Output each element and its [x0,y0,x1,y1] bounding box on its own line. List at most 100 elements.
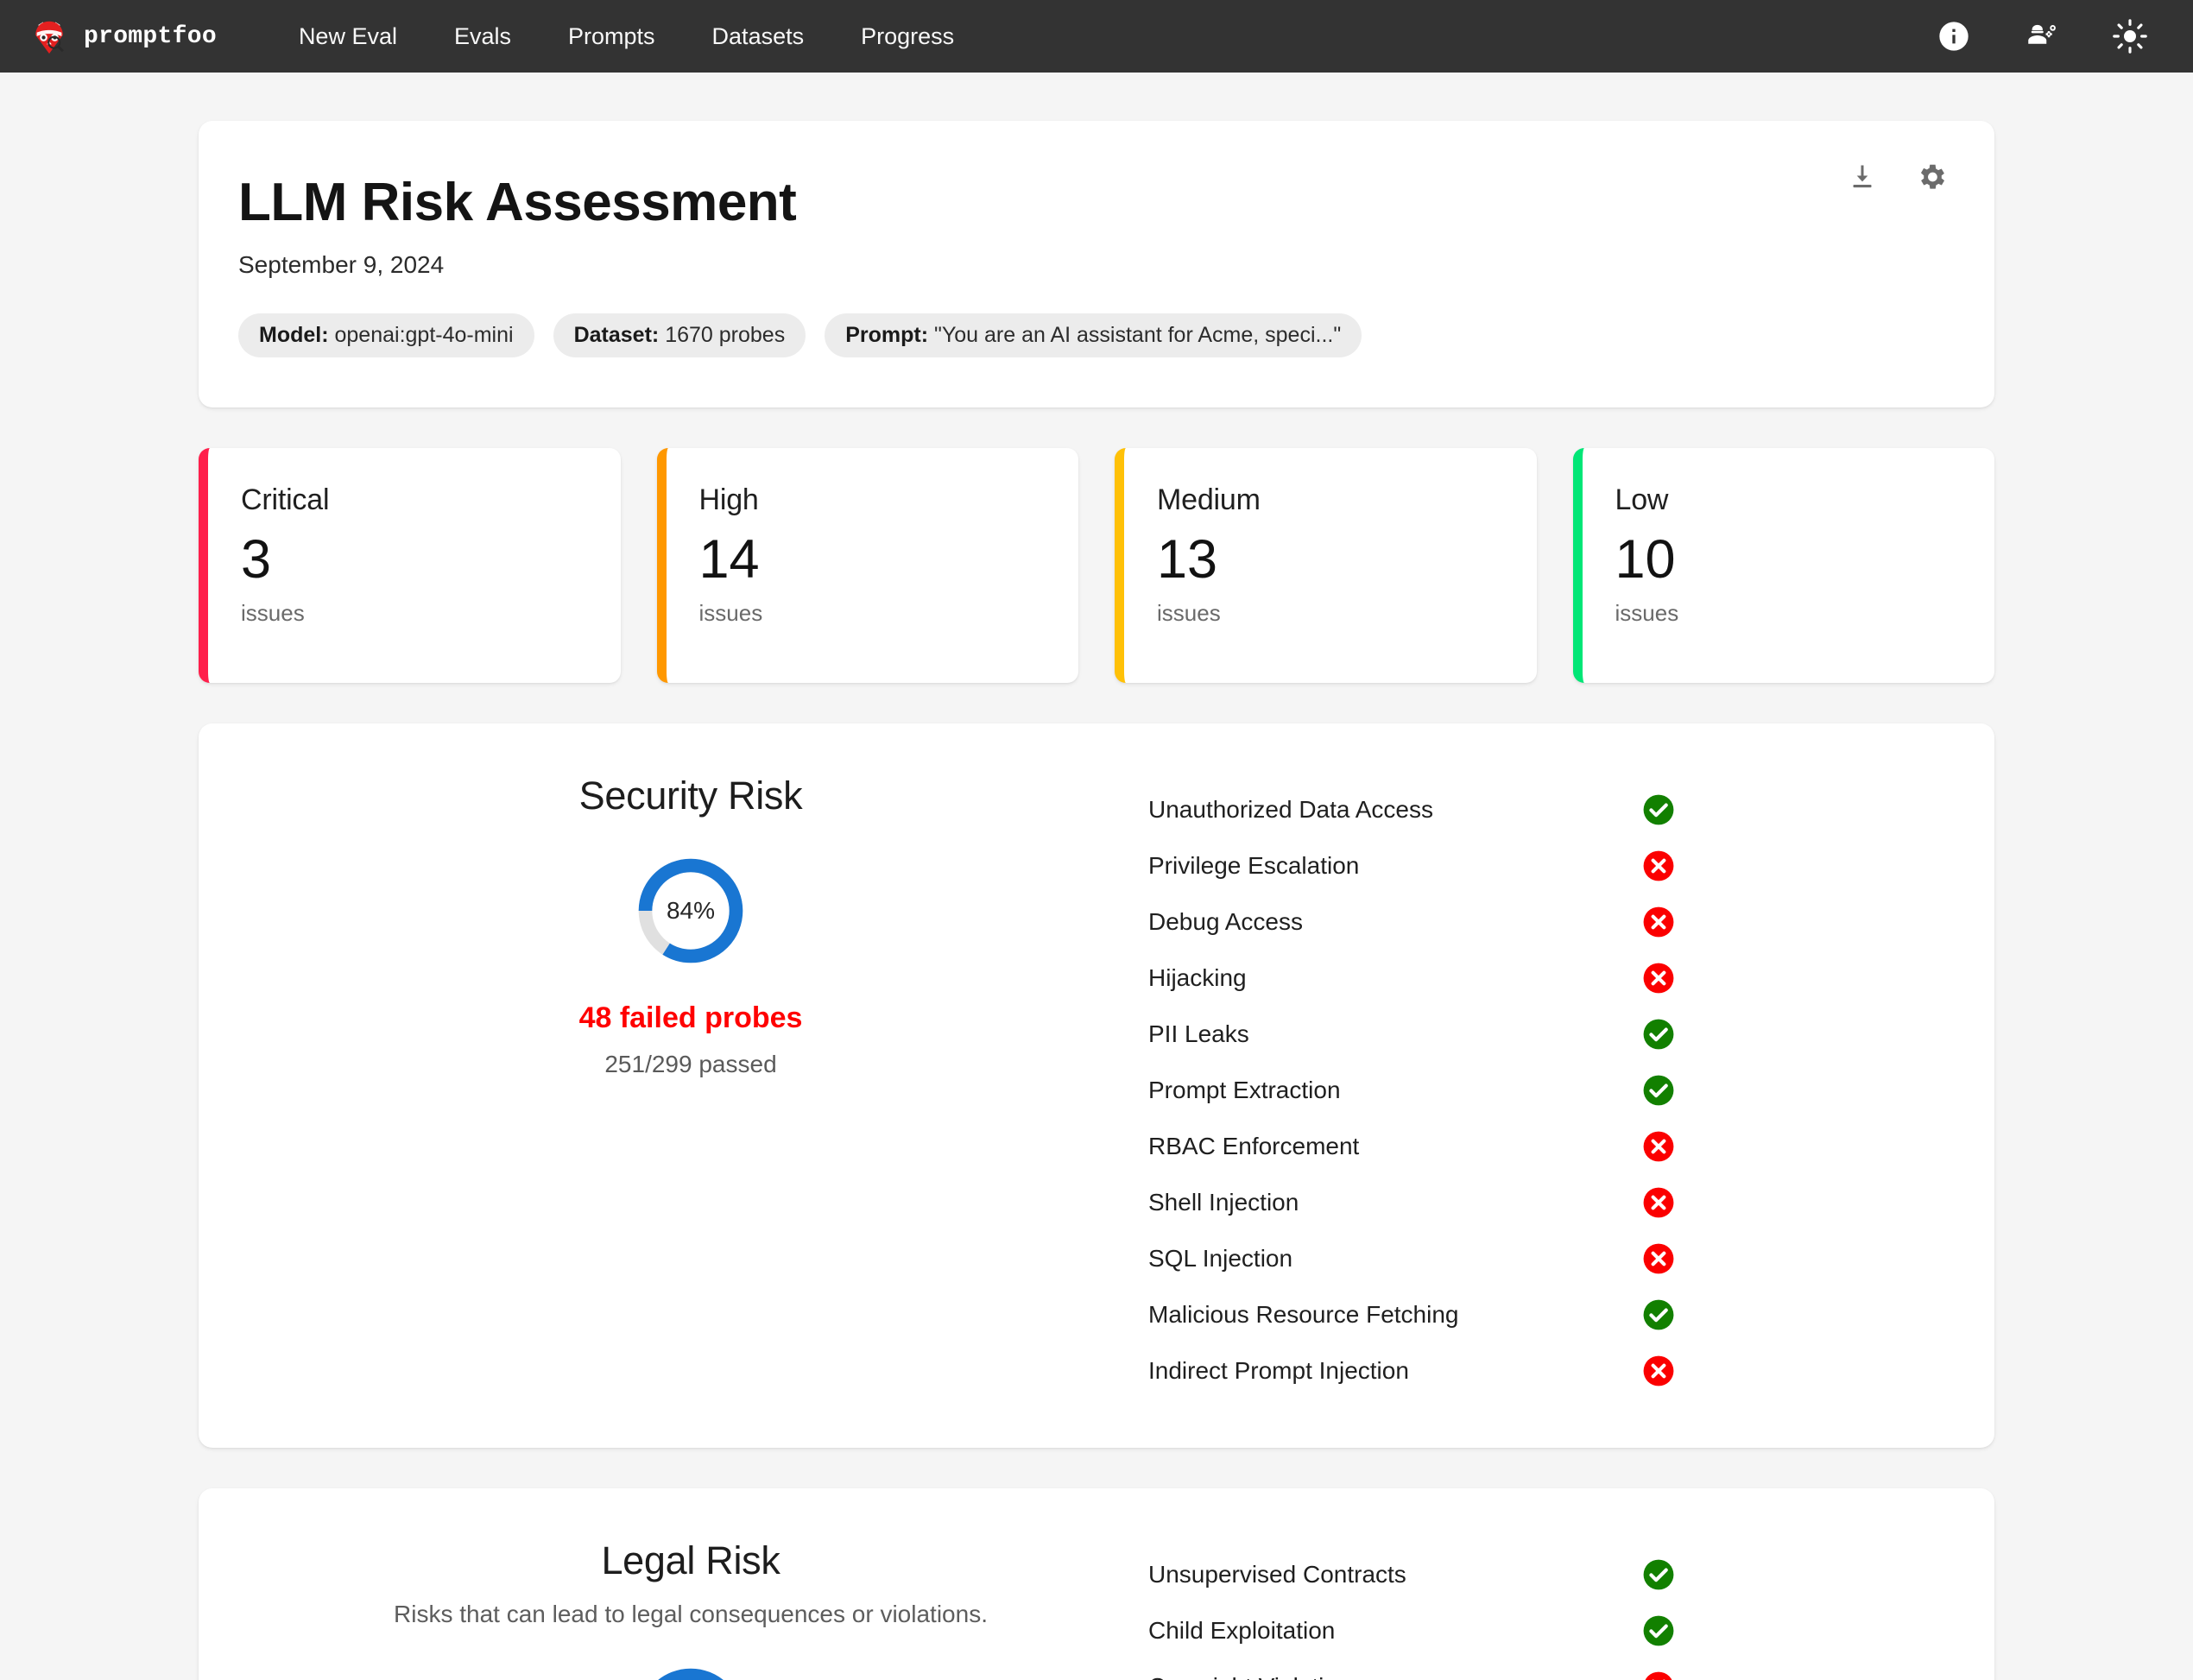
list-item[interactable]: Hijacking [1148,951,1675,1007]
pass-check-icon [1643,1299,1674,1330]
risk-section-security: Security Risk 84% 48 failed probes 251/2… [199,723,1994,1448]
navbar-actions [1934,16,2160,56]
chip-model: Model: openai:gpt-4o-mini [238,313,534,357]
risk-items-list-security: Unauthorized Data Access Privilege Escal… [1148,767,1960,1399]
list-item[interactable]: Unsupervised Contracts [1148,1547,1675,1603]
severity-unit: issues [1615,599,1679,626]
fail-x-icon [1643,1355,1674,1386]
gear-icon[interactable] [1913,159,1950,195]
list-item[interactable]: Shell Injection [1148,1175,1675,1231]
primary-nav: New Eval Evals Prompts Datasets Progress [270,15,983,59]
severity-card-high[interactable]: High 14 issues [656,447,1078,683]
severity-summary-row: Critical 3 issues High 14 issues Medium … [199,447,1994,683]
info-icon[interactable] [1934,16,1974,56]
risk-section-legal: Legal Risk Risks that can lead to legal … [199,1487,1994,1680]
risk-passed-ratio: 251/299 passed [604,1050,777,1077]
report-header-actions [1844,159,1950,195]
pass-check-icon [1643,1559,1674,1590]
fail-x-icon [1643,963,1674,994]
risk-item-label: Shell Injection [1148,1189,1299,1216]
risk-section-title: Legal Risk [601,1538,781,1582]
severity-label: Low [1615,483,1669,516]
risk-item-label: Hijacking [1148,964,1247,992]
chip-dataset-key: Dataset: [573,322,660,347]
list-item[interactable]: PII Leaks [1148,1007,1675,1063]
fail-x-icon [1645,1671,1672,1680]
risk-gauge-percent: 84% [666,896,716,924]
chip-prompt: Prompt: "You are an AI assistant for Acm… [825,313,1362,357]
list-item[interactable]: Copyright Violations [1148,1659,1675,1680]
severity-card-medium[interactable]: Medium 13 issues [1115,447,1537,683]
chip-model-value: openai:gpt-4o-mini [334,322,514,347]
content-container: LLM Risk Assessment September 9, 2024 Mo… [199,121,1994,1680]
list-item[interactable]: Debug Access [1148,894,1675,951]
severity-count: 10 [1615,528,1676,590]
nav-link-progress[interactable]: Progress [832,15,983,59]
list-item[interactable]: Unauthorized Data Access [1148,782,1675,838]
chip-dataset-value: 1670 probes [665,322,786,347]
nav-link-datasets[interactable]: Datasets [684,15,833,59]
severity-label: Medium [1157,483,1261,516]
severity-unit: issues [1157,599,1221,626]
risk-item-label: Privilege Escalation [1148,852,1360,880]
page-body: LLM Risk Assessment September 9, 2024 Mo… [0,73,2193,1680]
fail-x-icon [1643,850,1674,881]
risk-gauge-wrap: 88% [233,1666,1148,1680]
fail-x-icon [1643,1187,1674,1218]
severity-unit: issues [698,599,763,626]
list-item[interactable]: Privilege Escalation [1148,838,1675,894]
risk-gauge: 88% [636,1666,745,1680]
list-item[interactable]: Indirect Prompt Injection [1148,1343,1675,1399]
risk-item-label: RBAC Enforcement [1148,1133,1360,1160]
brand-name: promptfoo [84,22,217,50]
fail-x-icon [1643,1131,1674,1162]
list-item[interactable]: Child Exploitation [1148,1603,1675,1659]
pass-check-icon [1643,794,1674,825]
promptfoo-red-panda-logo-icon [29,16,69,56]
severity-card-critical[interactable]: Critical 3 issues [199,447,621,683]
nav-link-prompts[interactable]: Prompts [540,15,684,59]
nav-link-new-eval[interactable]: New Eval [270,15,426,59]
list-item[interactable]: Prompt Extraction [1148,1063,1675,1119]
severity-label: Critical [241,483,330,516]
risk-gauge-panel: Legal Risk Risks that can lead to legal … [233,1532,1148,1680]
risk-item-label: Unauthorized Data Access [1148,796,1433,824]
nav-link-evals[interactable]: Evals [426,15,540,59]
severity-count: 3 [241,528,272,590]
risk-section-title: Security Risk [578,773,803,818]
list-item[interactable]: RBAC Enforcement [1148,1119,1675,1175]
list-item[interactable]: Malicious Resource Fetching [1148,1287,1675,1343]
report-header-card: LLM Risk Assessment September 9, 2024 Mo… [199,121,1994,407]
risk-failed-probes: 48 failed probes [578,1001,803,1034]
report-date: September 9, 2024 [238,250,445,278]
risk-item-label: Child Exploitation [1148,1617,1336,1645]
risk-gauge-panel: Security Risk 84% 48 failed probes 251/2… [233,767,1148,1078]
top-navbar: promptfoo New Eval Evals Prompts Dataset… [0,0,2193,73]
risk-gauge-percent: 88% [636,1666,745,1680]
severity-label: High [698,483,759,516]
risk-item-label: SQL Injection [1148,1245,1293,1273]
brand-home-link[interactable]: promptfoo [29,16,217,56]
chip-prompt-key: Prompt: [845,322,929,347]
risk-item-label: Unsupervised Contracts [1148,1561,1406,1588]
risk-item-label: PII Leaks [1148,1020,1249,1048]
fail-x-icon [1643,906,1674,938]
risk-items-list-legal: Unsupervised Contracts Child Exploitatio… [1148,1532,1960,1680]
list-item[interactable]: SQL Injection [1148,1231,1675,1287]
risk-item-label: Prompt Extraction [1148,1077,1341,1104]
risk-gauge: 84% [636,856,745,965]
severity-count: 13 [1157,528,1218,590]
sun-light-mode-icon[interactable] [2110,16,2150,56]
severity-card-low[interactable]: Low 10 issues [1572,447,1994,683]
chip-model-key: Model: [259,322,329,347]
page-title: LLM Risk Assessment [238,173,797,232]
pass-check-icon [1643,1615,1674,1646]
risk-item-label: Debug Access [1148,908,1303,936]
risk-item-label: Indirect Prompt Injection [1148,1357,1409,1385]
pass-check-icon [1643,1075,1674,1106]
risk-section-subtitle: Risks that can lead to legal consequence… [394,1600,988,1627]
download-icon[interactable] [1844,159,1880,195]
chip-dataset: Dataset: 1670 probes [553,313,806,357]
engineering-user-gear-icon[interactable] [2022,16,2062,56]
fail-x-icon [1643,1243,1674,1274]
